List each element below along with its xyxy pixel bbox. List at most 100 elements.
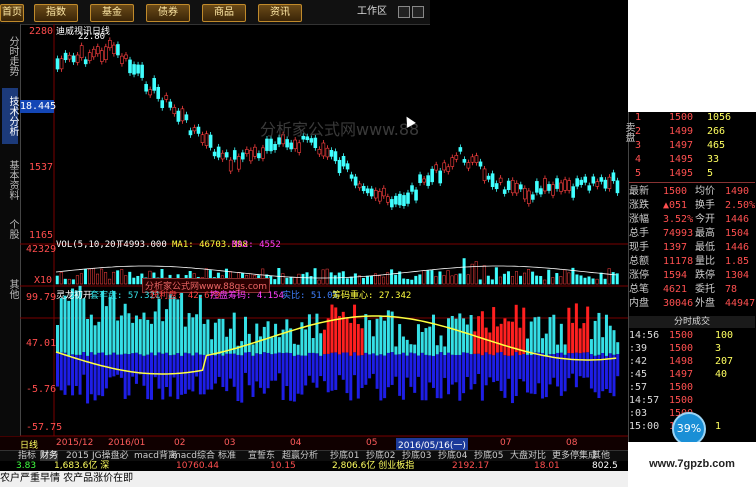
candle xyxy=(144,84,148,92)
indicator-bar-top xyxy=(240,341,244,356)
candle xyxy=(611,172,616,182)
volume-bar xyxy=(394,274,398,285)
indicator-bar-base xyxy=(161,353,165,400)
indicator-bar-top xyxy=(172,296,176,355)
quote-stat-value: 1304 xyxy=(725,270,750,281)
indicator-bar-base xyxy=(198,354,202,395)
indicator-bar-top xyxy=(315,313,319,354)
quote-stat-value: 1446 xyxy=(725,242,750,253)
indicator-bar-top xyxy=(168,294,172,356)
fenshi-time: 14:56 xyxy=(629,330,660,341)
indicator-bar-base xyxy=(578,353,582,377)
chart-area[interactable]: 迪威视讯日线 22.80 2280 1537 1165 分析家公式网www.88… xyxy=(20,24,628,437)
volume-bar xyxy=(523,272,527,285)
candle xyxy=(555,178,559,189)
volume-bar xyxy=(128,271,132,285)
volume-bar xyxy=(595,278,599,285)
indicator-bar-top xyxy=(127,313,131,355)
candle xyxy=(442,162,447,171)
fenshi-time: 14:57 xyxy=(629,395,660,406)
news-ticker[interactable]: 农户严重早情 农产品涨价在即 xyxy=(0,471,628,487)
quote-stat-label: 跌停 xyxy=(695,270,715,281)
volume-bar xyxy=(567,272,571,285)
indicator-bar-top xyxy=(571,322,575,354)
date-label: 02 xyxy=(174,438,186,448)
quote-stat-value: 1500 xyxy=(663,186,688,197)
volume-bar xyxy=(83,268,87,285)
indicator-bar-base xyxy=(101,352,105,397)
y-tick-low: 1165 xyxy=(29,230,54,241)
indicator-bar-base xyxy=(78,354,82,395)
close-icon[interactable] xyxy=(412,6,424,18)
indicator-bar-top xyxy=(244,316,247,353)
toolbar-commodity-button[interactable]: 商品 xyxy=(202,4,246,22)
indicator-bar-top xyxy=(510,321,514,356)
tab-stock[interactable]: 个股 xyxy=(2,214,18,244)
vol-y-tick-high: 42329 xyxy=(26,244,57,255)
ask-volume: 465 xyxy=(707,140,726,151)
indicator-bar-top xyxy=(529,321,533,356)
volume-bar xyxy=(494,267,498,285)
volume-bar xyxy=(390,269,394,285)
quote-stat-value: 1504 xyxy=(725,228,750,239)
candle xyxy=(474,155,479,163)
workspace-button[interactable]: 工作区 xyxy=(352,4,392,20)
candle xyxy=(531,194,535,200)
quote-stat-label: 外盘 xyxy=(695,298,715,309)
indicator-bar-base xyxy=(307,352,311,376)
candle xyxy=(140,64,144,78)
toolbar-home-button[interactable]: 首页 xyxy=(0,4,24,22)
volume-bar xyxy=(333,275,337,285)
indicator-bar-top xyxy=(398,324,402,355)
indicator-bar-top xyxy=(221,318,225,356)
indicator-bar-top xyxy=(435,345,439,355)
indicator-bar-base xyxy=(507,355,511,379)
indicator-bar-base xyxy=(338,354,341,376)
volume-bar xyxy=(349,276,353,285)
indicator-bar-base xyxy=(112,352,116,377)
candle xyxy=(257,153,261,159)
volume-bar xyxy=(100,268,104,285)
indicator-bar-base xyxy=(244,352,247,373)
quote-stat-label: 总额 xyxy=(629,256,649,267)
toolbar-index-button[interactable]: 指数 xyxy=(34,4,78,22)
indicator-bar-base xyxy=(454,354,458,383)
indicator-bar-base xyxy=(300,355,304,395)
indicator-bar-base xyxy=(503,355,507,398)
volume-bar xyxy=(281,273,285,285)
volume-bar xyxy=(321,269,325,285)
progress-badge: 39% xyxy=(672,412,706,446)
indicator-bar-top xyxy=(574,303,578,353)
tab-other[interactable]: 其他 xyxy=(2,274,18,304)
candle xyxy=(192,127,197,132)
indicator-bar-base xyxy=(492,355,496,383)
candle xyxy=(188,130,193,136)
toolbar-news-button[interactable]: 资讯 xyxy=(258,4,302,22)
tab-fundamentals[interactable]: 基本资料 xyxy=(2,152,18,208)
candle xyxy=(422,178,426,183)
candle xyxy=(67,54,72,60)
minimize-icon[interactable] xyxy=(398,6,410,18)
indicator-bar-top xyxy=(153,311,157,356)
indicator-bar-base xyxy=(217,354,221,377)
quote-stat-row: 总笔 4621 委托 78 xyxy=(629,284,755,296)
fenshi-row: 14:56 1500 100 xyxy=(629,330,755,342)
indicator-bar-top xyxy=(131,322,135,354)
indicator-bar-top xyxy=(198,294,202,355)
indicator-bar-top xyxy=(292,343,296,356)
candle xyxy=(498,177,503,183)
tab-technical[interactable]: 技术分析 xyxy=(2,88,18,144)
fenshi-header[interactable]: 分时成交 xyxy=(629,316,755,328)
quote-stat-value: 11178 xyxy=(663,256,694,267)
candle xyxy=(394,195,398,205)
indicator-bar-top xyxy=(368,320,372,355)
tab-intraday[interactable]: 分时走势 xyxy=(2,28,18,84)
indicator-bar-base xyxy=(450,354,454,385)
indicator-bar-top xyxy=(353,304,357,353)
fenshi-price: 1500 xyxy=(669,330,694,341)
level-label: 1 xyxy=(635,112,642,123)
toolbar-bond-button[interactable]: 债券 xyxy=(146,4,190,22)
indicator-bar-base xyxy=(586,352,590,378)
fenshi-price: 1497 xyxy=(669,369,694,380)
toolbar-fund-button[interactable]: 基金 xyxy=(90,4,134,22)
